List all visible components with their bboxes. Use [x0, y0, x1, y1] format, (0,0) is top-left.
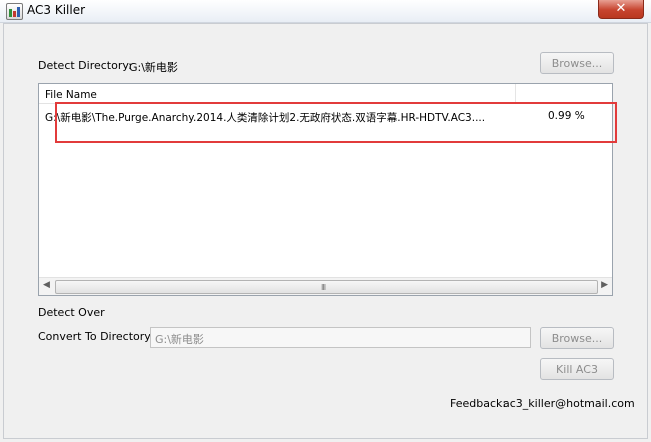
close-button[interactable]: ✕ — [598, 0, 644, 19]
scroll-left-icon[interactable]: ◀ — [43, 280, 50, 290]
file-path-cell: G:\新电影\The.Purge.Anarchy.2014.人类清除计划2.无政… — [45, 112, 486, 124]
scrollbar-thumb[interactable]: III — [55, 280, 598, 294]
table-row[interactable]: G:\新电影\The.Purge.Anarchy.2014.人类清除计划2.无政… — [39, 107, 612, 125]
feedback-email[interactable]: ac3_killer@hotmail.com — [503, 397, 635, 410]
column-separator — [515, 84, 516, 103]
detect-directory-label: Detect Directory: — [38, 59, 132, 72]
convert-browse-button[interactable]: Browse... — [540, 327, 614, 349]
scrollbar-grip-icon: III — [321, 283, 326, 292]
file-list[interactable]: File Name G:\新电影\The.Purge.Anarchy.2014.… — [38, 83, 613, 296]
convert-directory-label: Convert To Directory: — [38, 330, 154, 343]
feedback-label: Feedback: — [450, 397, 507, 410]
horizontal-scrollbar[interactable]: ◀ III ▶ — [39, 277, 612, 295]
detect-directory-value: G:\新电影 — [129, 61, 178, 74]
file-name-column-header[interactable]: File Name — [45, 89, 97, 101]
title-bar: AC3 Killer ✕ — [0, 0, 651, 23]
app-icon — [6, 3, 23, 20]
list-header: File Name — [39, 84, 612, 104]
window-title: AC3 Killer — [27, 3, 86, 17]
kill-ac3-button[interactable]: Kill AC3 — [540, 358, 614, 380]
scroll-right-icon[interactable]: ▶ — [601, 280, 608, 290]
progress-cell: 0.99 % — [548, 110, 585, 122]
detect-browse-button[interactable]: Browse... — [540, 52, 614, 74]
convert-directory-field[interactable]: G:\新电影 — [150, 327, 531, 348]
status-text: Detect Over — [38, 306, 105, 319]
